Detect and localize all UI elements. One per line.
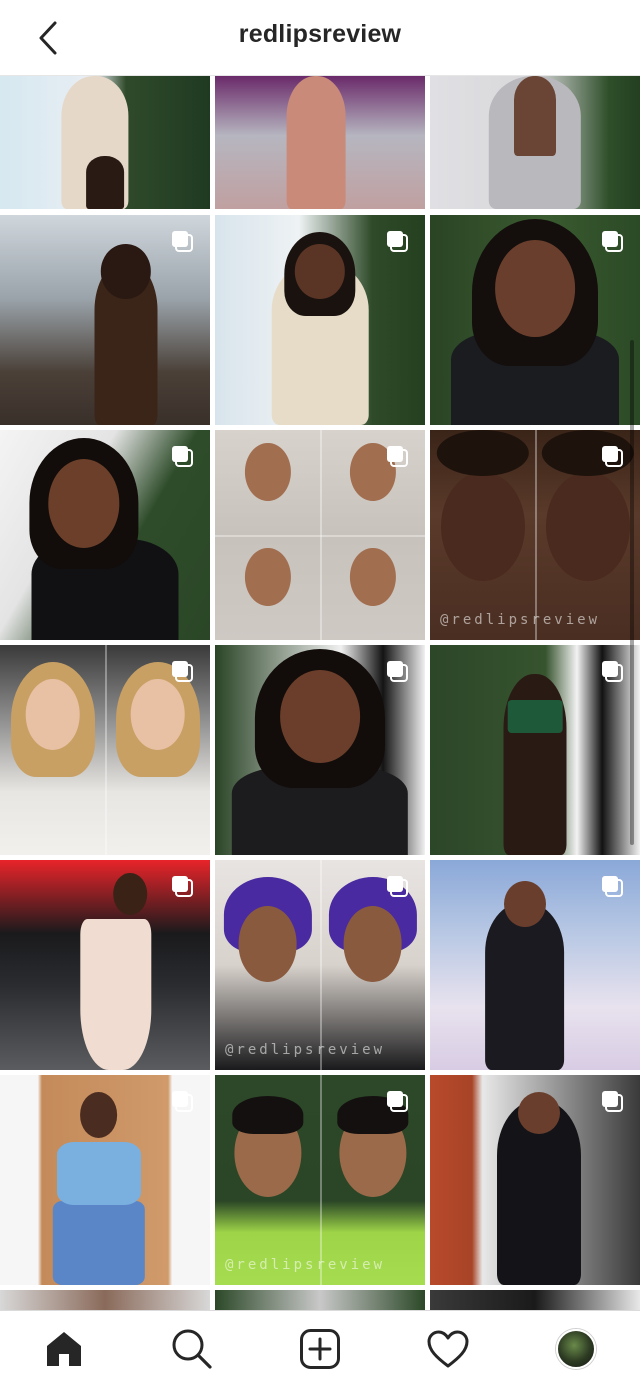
grid-photo[interactable] [0,430,210,640]
grid-photo[interactable] [0,860,210,1070]
tab-new-post[interactable] [296,1325,344,1373]
tab-profile[interactable] [552,1325,600,1373]
carousel-icon [172,876,193,897]
grid-photo[interactable] [0,1290,210,1310]
grid-photo[interactable] [430,645,640,855]
grid-photo[interactable] [215,645,425,855]
carousel-icon [172,661,193,682]
carousel-icon [172,446,193,467]
carousel-icon [387,231,408,252]
watermark-text: @redlipsreview [440,612,601,628]
carousel-icon [602,876,623,897]
search-icon [172,1329,212,1369]
carousel-icon [602,661,623,682]
carousel-icon [602,231,623,252]
scrollbar[interactable] [630,340,634,845]
plus-square-icon [300,1329,340,1369]
grid-photo[interactable] [430,1075,640,1285]
carousel-icon [602,1091,623,1112]
photo-grid: @redlipsreview @redlipsreview @redlipsre… [0,76,640,1310]
grid-photo[interactable]: @redlipsreview [215,860,425,1070]
grid-photo[interactable] [430,76,640,209]
grid-photo[interactable] [215,215,425,425]
grid-photo[interactable] [0,76,210,209]
grid-photo[interactable] [430,215,640,425]
grid-photo[interactable] [0,645,210,855]
grid-photo[interactable] [430,860,640,1070]
grid-photo[interactable] [215,76,425,209]
profile-header: redlipsreview [0,0,640,76]
carousel-icon [387,876,408,897]
tab-home[interactable] [40,1325,88,1373]
grid-photo[interactable]: @redlipsreview [215,1075,425,1285]
carousel-icon [602,446,623,467]
grid-photo[interactable] [430,1290,640,1310]
grid-photo[interactable] [0,215,210,425]
carousel-icon [387,1091,408,1112]
carousel-icon [387,446,408,467]
grid-photo[interactable] [0,1075,210,1285]
tab-search[interactable] [168,1325,216,1373]
home-icon [47,1332,81,1366]
grid-photo[interactable]: @redlipsreview [430,430,640,640]
profile-username: redlipsreview [238,20,402,48]
carousel-icon [387,661,408,682]
watermark-text: @redlipsreview [225,1257,386,1273]
avatar [556,1329,596,1369]
heart-icon [427,1330,469,1368]
grid-photo[interactable] [215,430,425,640]
watermark-text: @redlipsreview [225,1042,386,1058]
grid-photo[interactable] [215,1290,425,1310]
carousel-icon [172,231,193,252]
carousel-icon [172,1091,193,1112]
tab-activity[interactable] [424,1325,472,1373]
bottom-tab-bar [0,1310,640,1386]
